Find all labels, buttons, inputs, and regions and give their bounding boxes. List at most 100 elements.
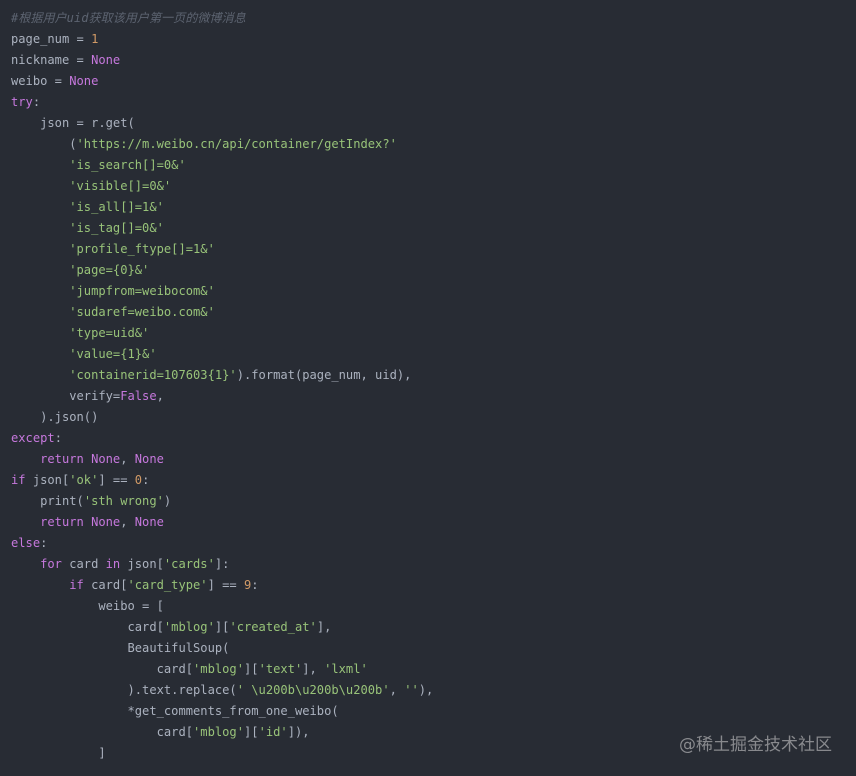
code-token-comment: #根据用户uid获取该用户第一页的微博消息 — [11, 11, 246, 25]
code-line: if card['card_type'] == 9: — [11, 575, 856, 596]
code-token-string: 'cards' — [163, 557, 215, 571]
code-token-string: 'created_at' — [229, 620, 317, 634]
code-token-keyword: None — [134, 515, 164, 529]
code-token-string: 'is_all[]=1&' — [69, 200, 164, 214]
code-token-plain: ]: — [214, 557, 230, 571]
code-token-plain: card[ — [11, 725, 194, 739]
code-token-number: 0 — [134, 473, 143, 487]
code-token-plain: card[ — [11, 620, 164, 634]
code-token-string: 'text' — [258, 662, 303, 676]
code-line: 'containerid=107603{1}').format(page_num… — [11, 365, 856, 386]
code-token-plain: ] == — [98, 473, 135, 487]
code-line: return None, None — [11, 449, 856, 470]
code-token-plain: card[ — [83, 578, 128, 592]
code-token-string: '' — [404, 683, 419, 697]
code-line: nickname = None — [11, 50, 856, 71]
code-line: 'type=uid&' — [11, 323, 856, 344]
code-token-string: 'page={0}&' — [69, 263, 150, 277]
code-token-plain: : — [54, 431, 62, 445]
code-token-plain: ), — [418, 683, 434, 697]
code-token-plain: card[ — [11, 662, 194, 676]
code-token-keyword: None — [91, 452, 121, 466]
code-token-keyword: if — [69, 578, 84, 592]
code-token-plain: , — [389, 683, 405, 697]
code-token-keyword: False — [120, 389, 157, 403]
code-line: 'is_all[]=1&' — [11, 197, 856, 218]
code-line: 'is_search[]=0&' — [11, 155, 856, 176]
code-block: #根据用户uid获取该用户第一页的微博消息 page_num = 1 nicknam… — [0, 0, 856, 776]
code-token-string: ' \u200b\u200b\u200b' — [236, 683, 390, 697]
code-token-keyword: return — [40, 452, 84, 466]
code-line: print('sth wrong') — [11, 491, 856, 512]
code-token-plain: : — [142, 473, 150, 487]
code-token-keyword: except — [11, 431, 55, 445]
code-token-string: 'mblog' — [163, 620, 215, 634]
code-line: ).json() — [11, 407, 856, 428]
code-line: 'profile_ftype[]=1&' — [11, 239, 856, 260]
code-line: 'jumpfrom=weibocom&' — [11, 281, 856, 302]
code-line: ).text.replace(' \u200b\u200b\u200b', ''… — [11, 680, 856, 701]
code-token-string: 'is_tag[]=0&' — [69, 221, 164, 235]
code-line: BeautifulSoup( — [11, 638, 856, 659]
code-token-plain: ( — [11, 137, 77, 151]
code-token-plain: BeautifulSoup( — [11, 641, 230, 655]
code-line: else: — [11, 533, 856, 554]
code-token-plain: ] == — [207, 578, 244, 592]
code-token-keyword: None — [69, 74, 99, 88]
code-token-keyword: None — [91, 53, 121, 67]
code-token-plain: verify= — [11, 389, 121, 403]
code-line: 'is_tag[]=0&' — [11, 218, 856, 239]
code-token-string: 'visible[]=0&' — [69, 179, 172, 193]
code-token-plain: *get_comments_from_one_weibo( — [11, 704, 339, 718]
code-line: 'value={1}&' — [11, 344, 856, 365]
code-token-plain: : — [40, 536, 48, 550]
code-token-plain: ).format(page_num, uid), — [236, 368, 412, 382]
code-token-keyword: try — [11, 95, 33, 109]
code-line: 'page={0}&' — [11, 260, 856, 281]
code-token-keyword: if — [11, 473, 26, 487]
code-token-string: 'profile_ftype[]=1&' — [69, 242, 215, 256]
code-token-plain: nickname = — [11, 53, 92, 67]
code-token-string: 'ok' — [69, 473, 99, 487]
code-token-string: 'containerid=107603{1}' — [69, 368, 237, 382]
code-token-string: 'is_search[]=0&' — [69, 158, 186, 172]
code-line: verify=False, — [11, 386, 856, 407]
code-token-plain: weibo = — [11, 74, 70, 88]
code-line: try: — [11, 92, 856, 113]
code-token-plain: ).text.replace( — [11, 683, 237, 697]
code-token-plain: print( — [11, 494, 84, 508]
code-token-plain: ], — [316, 620, 332, 634]
code-line: page_num = 1 — [11, 29, 856, 50]
code-token-string: 'type=uid&' — [69, 326, 150, 340]
code-lines: #根据用户uid获取该用户第一页的微博消息 page_num = 1 nicknam… — [11, 8, 856, 764]
code-line: ('https://m.weibo.cn/api/container/getIn… — [11, 134, 856, 155]
code-token-plain: , — [156, 389, 164, 403]
code-line: *get_comments_from_one_weibo( — [11, 701, 856, 722]
code-token-plain: ][ — [244, 725, 259, 739]
code-token-string: 'card_type' — [127, 578, 208, 592]
code-line: except: — [11, 428, 856, 449]
code-token-string: 'sudaref=weibo.com&' — [69, 305, 215, 319]
code-token-string: 'mblog' — [193, 725, 244, 739]
code-token-plain: card — [61, 557, 106, 571]
code-line: card['mblog']['text'], 'lxml' — [11, 659, 856, 680]
code-line: for card in json['cards']: — [11, 554, 856, 575]
code-line: 'visible[]=0&' — [11, 176, 856, 197]
code-token-plain: json[ — [120, 557, 164, 571]
code-token-keyword: in — [105, 557, 121, 571]
code-token-plain: ) — [163, 494, 172, 508]
code-token-string: 'jumpfrom=weibocom&' — [69, 284, 215, 298]
code-token-string: 'lxml' — [324, 662, 368, 676]
code-line: weibo = [ — [11, 596, 856, 617]
code-token-keyword: for — [40, 557, 62, 571]
